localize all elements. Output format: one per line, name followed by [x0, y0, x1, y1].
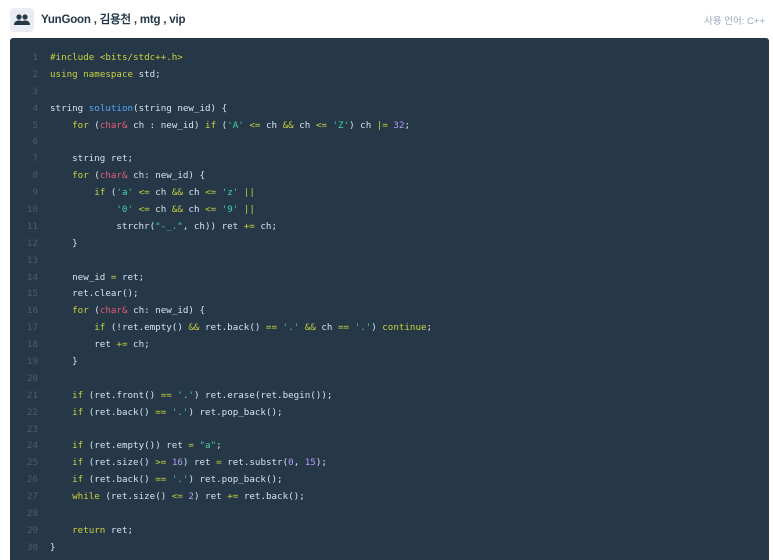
line-number: 21 [26, 389, 38, 401]
line-number: 8 [32, 170, 38, 182]
code-text: if (ret.size() >= 16) ret = ret.substr(0… [72, 457, 327, 469]
code-line: 20 [10, 371, 769, 388]
code-text: '0' <= ch && ch <= '9' || [116, 204, 255, 216]
code-line: 12 } [10, 236, 769, 253]
line-number: 10 [26, 204, 38, 216]
line-number: 14 [26, 271, 38, 283]
line-number: 17 [26, 322, 38, 334]
code-text: if (ret.empty()) ret = "a"; [72, 440, 222, 452]
code-line: 29 return ret; [10, 523, 769, 540]
line-number: 13 [26, 254, 38, 266]
line-number: 5 [32, 119, 38, 131]
line-number: 11 [26, 220, 38, 232]
line-number: 18 [26, 339, 38, 351]
line-number: 29 [26, 524, 38, 536]
code-line: 15 ret.clear(); [10, 286, 769, 303]
code-text: new_id = ret; [72, 271, 145, 283]
code-text: strchr("-_.", ch)) ret += ch; [116, 220, 277, 232]
code-line: 16 for (char& ch: new_id) { [10, 303, 769, 320]
line-number: 9 [32, 187, 38, 199]
line-number: 7 [32, 153, 38, 165]
code-text: if (ret.back() == '.') ret.pop_back(); [72, 474, 283, 486]
solution-header: YunGoon , 김용천 , mtg , vip 사용 언어: C++ [0, 0, 773, 38]
line-number: 12 [26, 237, 38, 249]
line-number: 27 [26, 491, 38, 503]
code-text: using namespace std; [50, 68, 161, 80]
line-number: 26 [26, 474, 38, 486]
line-number: 22 [26, 406, 38, 418]
code-line: 11 strchr("-_.", ch)) ret += ch; [10, 219, 769, 236]
code-line: 24 if (ret.empty()) ret = "a"; [10, 438, 769, 455]
code-line: 26 if (ret.back() == '.') ret.pop_back()… [10, 472, 769, 489]
code-line: 5 for (char& ch : new_id) if ('A' <= ch … [10, 118, 769, 135]
line-number: 30 [26, 541, 38, 553]
line-number: 1 [32, 52, 38, 63]
line-number: 4 [32, 102, 38, 114]
code-line: 14 new_id = ret; [10, 270, 769, 287]
code-text: } [50, 541, 56, 553]
line-number: 25 [26, 457, 38, 469]
code-line: 3 [10, 84, 769, 101]
code-line: 7 string ret; [10, 151, 769, 168]
language-label: 사용 언어: C++ [704, 16, 765, 27]
line-number: 16 [26, 305, 38, 317]
code-line: 1 #include <bits/stdc++.h> [10, 50, 769, 67]
code-text: for (char& ch: new_id) { [72, 170, 206, 182]
code-line: 18 ret += ch; [10, 337, 769, 354]
code-line: 8 for (char& ch: new_id) { [10, 168, 769, 185]
code-text: ret += ch; [94, 339, 150, 351]
code-text: #include <bits/stdc++.h> [50, 52, 183, 63]
code-text: ret.clear(); [72, 288, 139, 300]
author-names[interactable]: YunGoon , 김용천 , mtg , vip [41, 11, 185, 27]
code-text: if ('a' <= ch && ch <= 'z' || [94, 187, 255, 199]
code-text: while (ret.size() <= 2) ret += ret.back(… [72, 491, 305, 503]
code-block: 1 #include <bits/stdc++.h> 2 using namespac… [10, 38, 769, 560]
code-text: } [50, 237, 78, 249]
line-number: 28 [26, 508, 38, 520]
code-line: 19 } [10, 354, 769, 371]
code-text: for (char& ch: new_id) { [72, 305, 206, 317]
code-line: 13 [10, 253, 769, 270]
code-line: 9 if ('a' <= ch && ch <= 'z' || [10, 185, 769, 202]
line-number: 15 [26, 288, 38, 300]
code-line: 17 if (!ret.empty() && ret.back() == '.'… [10, 320, 769, 337]
code-text: } [50, 356, 78, 368]
code-line: 2 using namespace std; [10, 67, 769, 84]
line-number: 2 [32, 68, 38, 80]
users-icon [10, 8, 34, 32]
code-line: 21 if (ret.front() == '.') ret.erase(ret… [10, 388, 769, 405]
code-line: 30} [10, 540, 769, 557]
line-number: 24 [26, 440, 38, 452]
code-line: 10 '0' <= ch && ch <= '9' || [10, 202, 769, 219]
code-line: 27 while (ret.size() <= 2) ret += ret.ba… [10, 489, 769, 506]
line-number: 23 [26, 423, 38, 435]
line-number: 20 [26, 372, 38, 384]
code-text: if (ret.front() == '.') ret.erase(ret.be… [72, 389, 333, 401]
code-text: string solution(string new_id) { [50, 102, 228, 114]
code-text: if (!ret.empty() && ret.back() == '.' &&… [94, 322, 433, 334]
code-text: return ret; [72, 524, 134, 536]
code-text: string ret; [72, 153, 134, 165]
code-text: if (ret.back() == '.') ret.pop_back(); [72, 406, 283, 418]
code-line: 28 [10, 506, 769, 523]
line-number: 6 [32, 136, 38, 148]
code-line: 4 string solution(string new_id) { [10, 101, 769, 118]
code-line: 23 [10, 422, 769, 439]
code-text: for (char& ch : new_id) if ('A' <= ch &&… [72, 119, 411, 131]
line-number: 19 [26, 356, 38, 368]
line-number: 3 [32, 85, 38, 97]
code-line: 22 if (ret.back() == '.') ret.pop_back()… [10, 405, 769, 422]
code-line: 25 if (ret.size() >= 16) ret = ret.subst… [10, 455, 769, 472]
code-line: 6 [10, 134, 769, 151]
